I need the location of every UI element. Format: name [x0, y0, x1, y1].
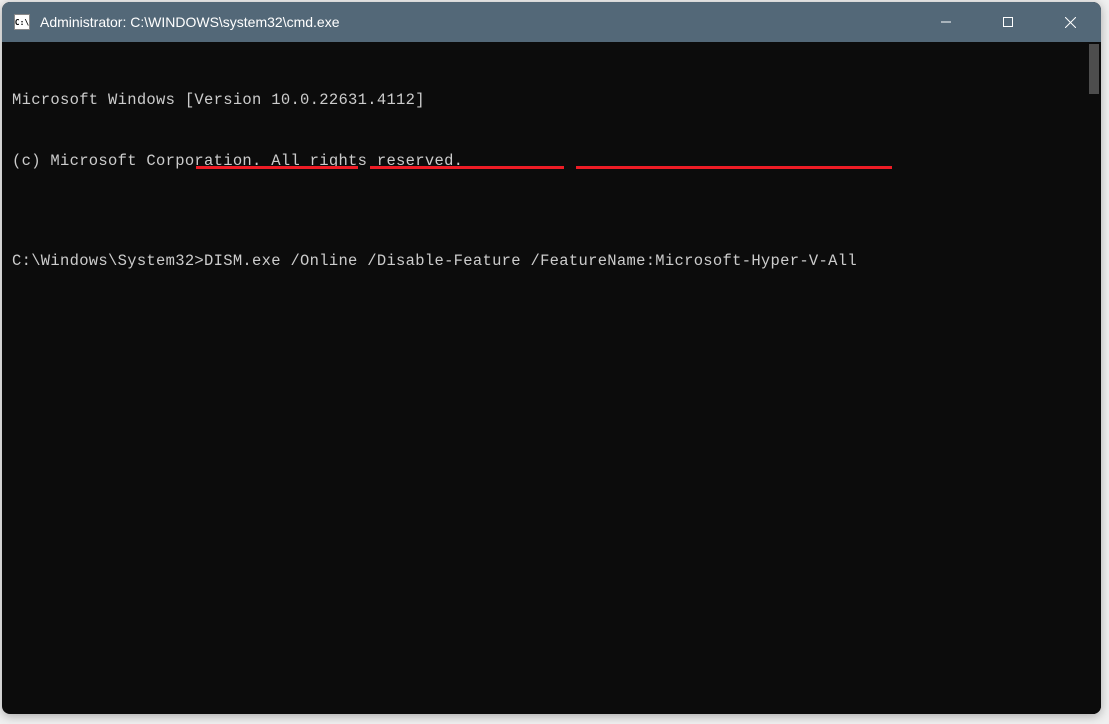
command-text: DISM.exe /Online /Disable-Feature /Featu… — [204, 252, 857, 270]
minimize-button[interactable] — [915, 2, 977, 42]
maximize-icon — [1003, 17, 1013, 27]
close-icon — [1065, 17, 1076, 28]
titlebar[interactable]: C:\ Administrator: C:\WINDOWS\system32\c… — [2, 2, 1101, 42]
scrollbar-track[interactable] — [1087, 42, 1101, 714]
cmd-window: C:\ Administrator: C:\WINDOWS\system32\c… — [2, 2, 1101, 714]
annotation-underline — [370, 166, 564, 169]
window-controls — [915, 2, 1101, 42]
annotation-underline — [576, 166, 892, 169]
terminal-output-line: Microsoft Windows [Version 10.0.22631.41… — [12, 90, 1091, 110]
terminal-prompt-line: C:\Windows\System32>DISM.exe /Online /Di… — [12, 251, 1091, 271]
terminal-body[interactable]: Microsoft Windows [Version 10.0.22631.41… — [2, 42, 1101, 380]
maximize-button[interactable] — [977, 2, 1039, 42]
cmd-icon: C:\ — [14, 14, 30, 30]
scrollbar-thumb[interactable] — [1089, 44, 1099, 94]
prompt-text: C:\Windows\System32> — [12, 252, 204, 270]
window-title: Administrator: C:\WINDOWS\system32\cmd.e… — [40, 14, 915, 30]
minimize-icon — [941, 17, 951, 27]
annotation-underline — [196, 166, 358, 169]
close-button[interactable] — [1039, 2, 1101, 42]
